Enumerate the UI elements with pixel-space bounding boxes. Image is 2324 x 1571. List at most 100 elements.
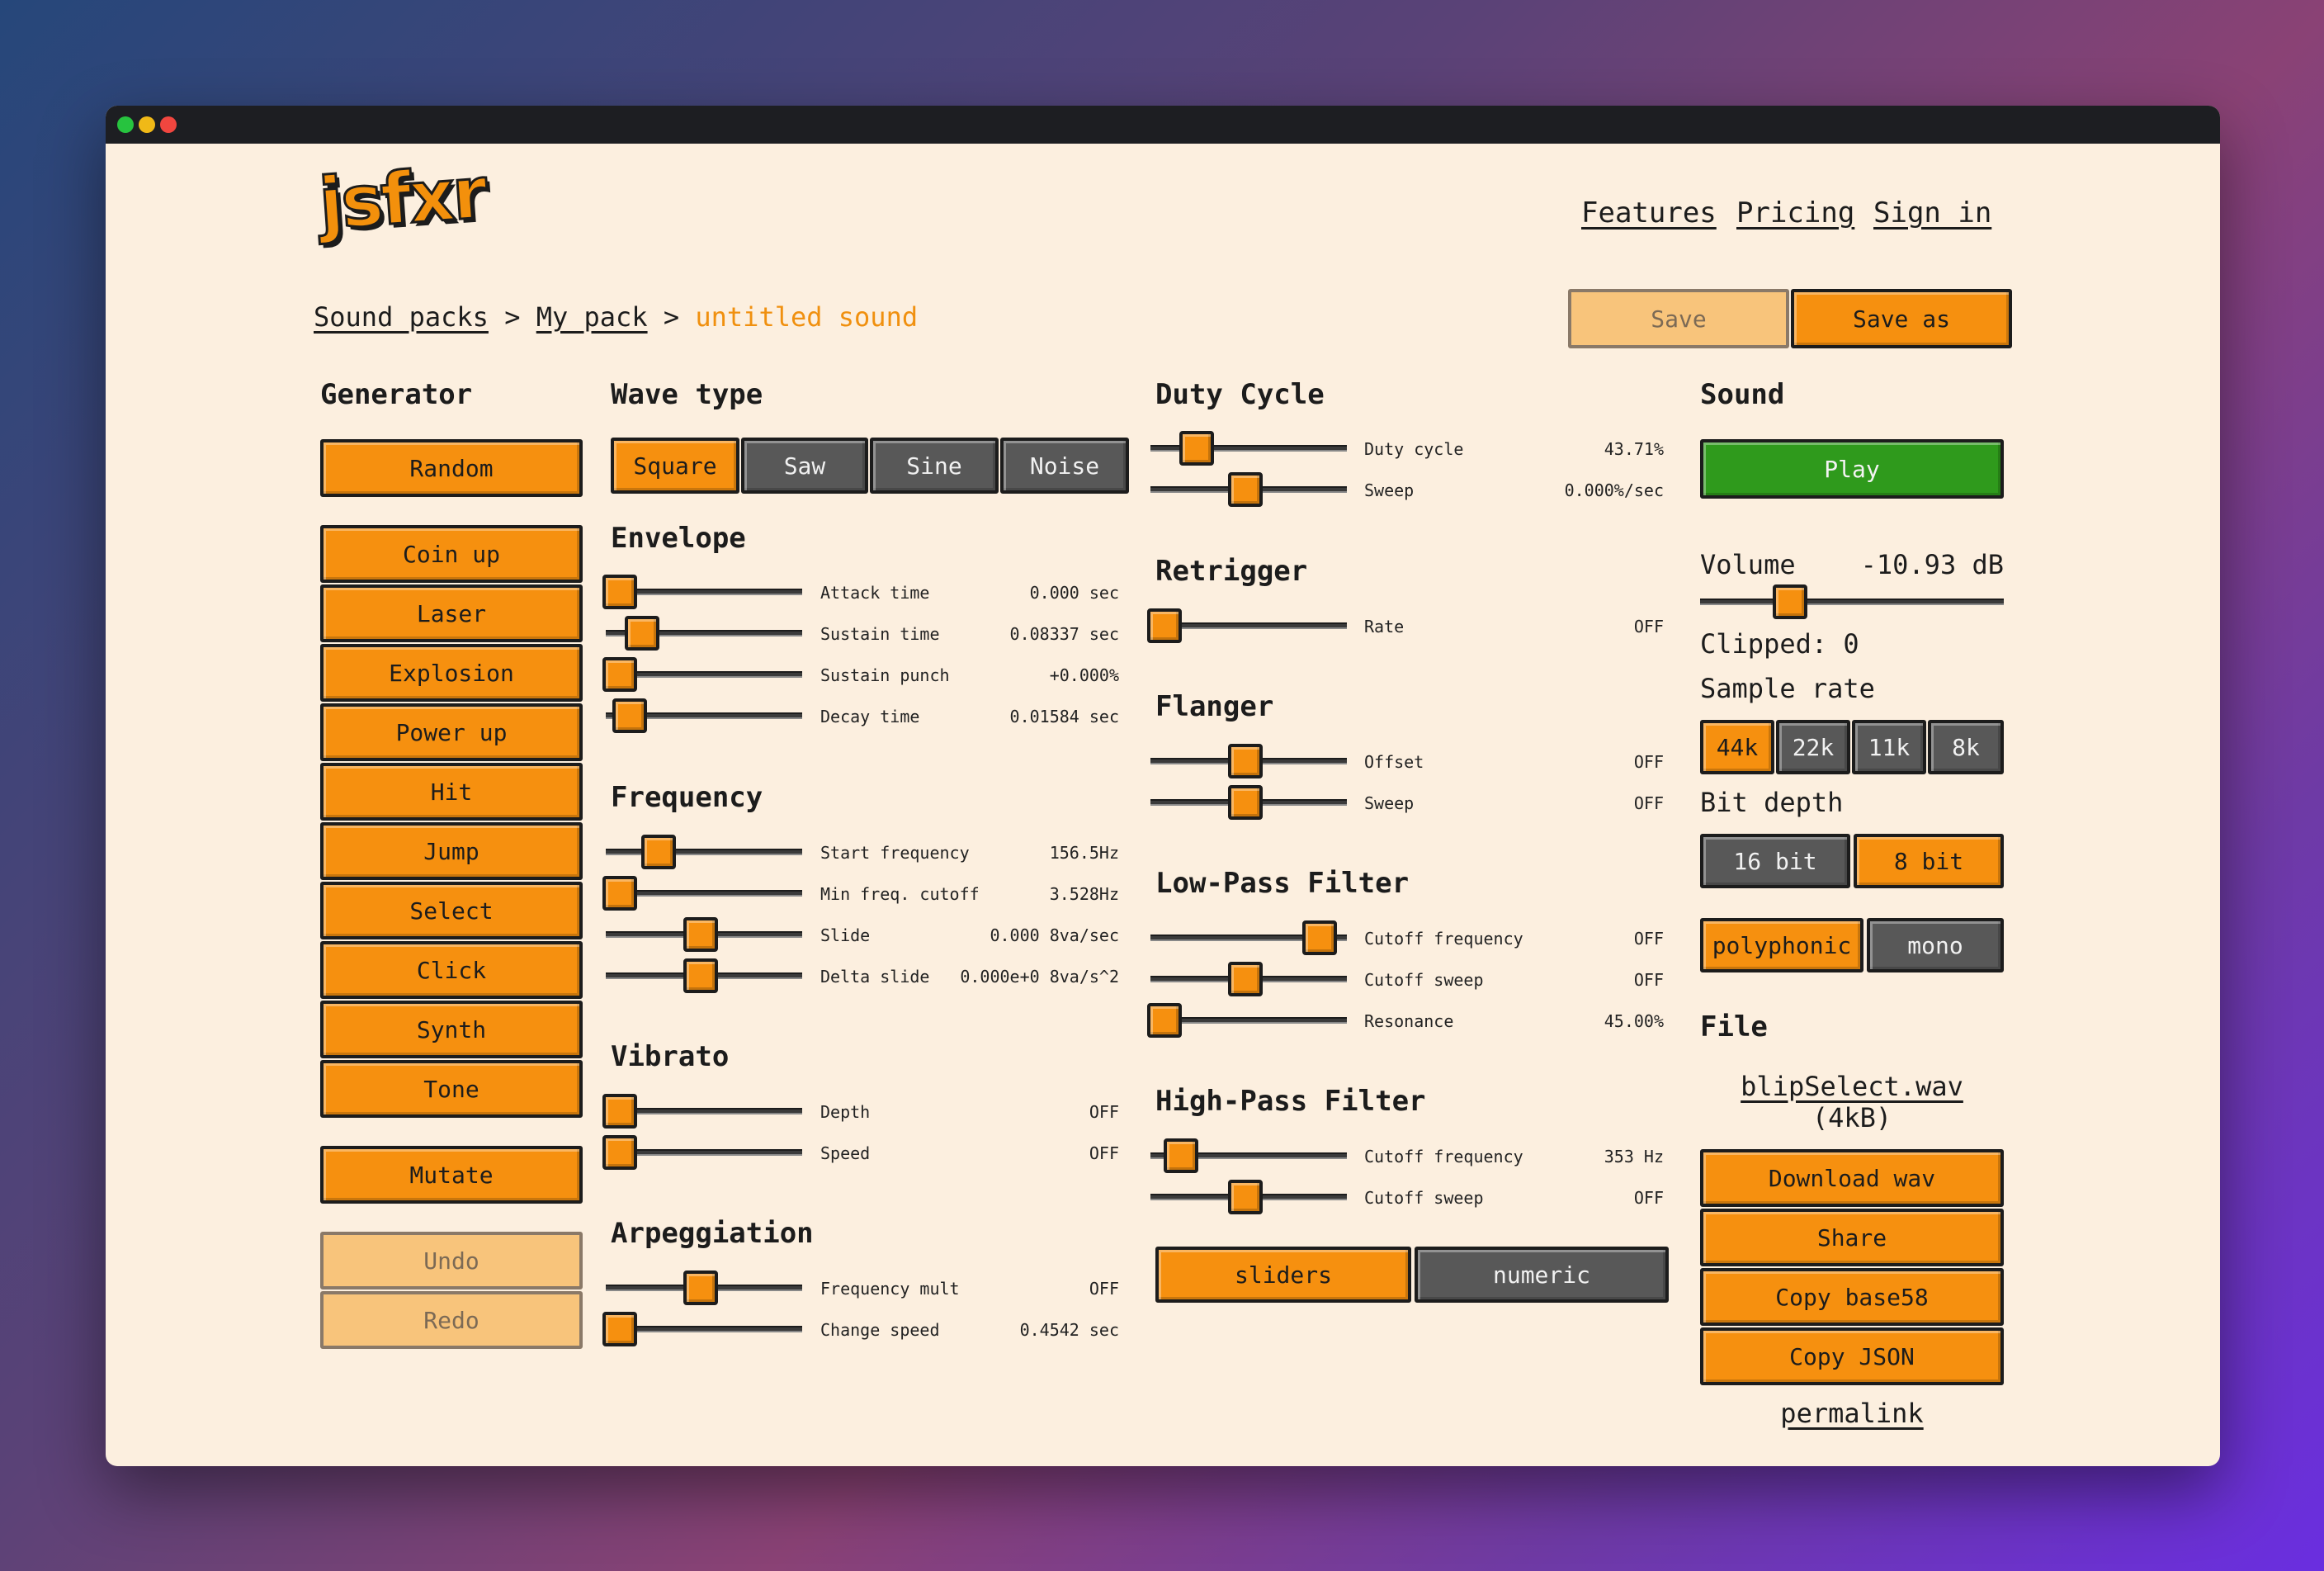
duty-cycle-sweep-label: Sweep [1364, 480, 1415, 500]
frequency-min-freq-cutoff-value: 3.528Hz [1049, 884, 1119, 904]
copy-base58-button[interactable]: Copy base58 [1700, 1268, 2004, 1326]
random-button[interactable]: Random [320, 439, 583, 497]
play-button[interactable]: Play [1700, 439, 2004, 499]
wave-noise-button[interactable]: Noise [1000, 438, 1129, 494]
wave-saw-button[interactable]: Saw [741, 438, 868, 494]
sample-rate-label: Sample rate [1700, 673, 1875, 704]
duty-cycle-sweep-slider-thumb[interactable] [1228, 472, 1263, 507]
frequency-start-frequency-track [606, 849, 802, 855]
preset-power-up-button[interactable]: Power up [320, 703, 583, 761]
bit-depth-8-button[interactable]: 8 bit [1854, 834, 2004, 888]
save-as-button[interactable]: Save as [1791, 289, 2012, 348]
copy-json-button[interactable]: Copy JSON [1700, 1327, 2004, 1385]
flanger-sweep-label: Sweep [1364, 793, 1415, 813]
wave-sine-button[interactable]: Sine [870, 438, 999, 494]
view-numeric-button[interactable]: numeric [1415, 1247, 1669, 1303]
share-button[interactable]: Share [1700, 1209, 2004, 1266]
file-name-link[interactable]: blipSelect.wav [1700, 1070, 2004, 1103]
flanger-heading: Flanger [1155, 690, 1274, 723]
volume-slider-thumb[interactable] [1773, 584, 1808, 619]
preset-synth-button[interactable]: Synth [320, 1001, 583, 1058]
low-pass-cutoff-frequency-slider-thumb[interactable] [1302, 920, 1338, 955]
vibrato-depth-value: OFF [1089, 1102, 1119, 1122]
mutate-button[interactable]: Mutate [320, 1146, 583, 1204]
flanger-offset-slider-thumb[interactable] [1228, 744, 1263, 778]
preset-explosion-button[interactable]: Explosion [320, 644, 583, 702]
preset-tone-button[interactable]: Tone [320, 1060, 583, 1118]
sound-heading: Sound [1700, 378, 1785, 411]
high-pass-cutoff-sweep-slider-thumb[interactable] [1228, 1180, 1263, 1214]
arpeggiation-heading: Arpeggiation [611, 1217, 814, 1250]
retrigger-rate-slider-thumb[interactable] [1147, 608, 1182, 643]
arpeggiation-frequency-mult-slider-thumb[interactable] [683, 1271, 718, 1305]
arpeggiation-change-speed-slider-thumb[interactable] [602, 1312, 637, 1346]
envelope-decay-time-value: 0.01584 sec [1009, 707, 1119, 726]
polyphonic-button[interactable]: polyphonic [1700, 918, 1863, 972]
high-pass-heading: High-Pass Filter [1155, 1085, 1426, 1118]
view-sliders-button[interactable]: sliders [1155, 1247, 1411, 1303]
low-pass-cutoff-sweep-value: OFF [1633, 970, 1664, 990]
mono-button[interactable]: mono [1867, 918, 2004, 972]
permalink-text[interactable]: permalink [1780, 1398, 1923, 1429]
flanger-sweep-slider-thumb[interactable] [1228, 785, 1263, 820]
frequency-min-freq-cutoff-slider-thumb[interactable] [602, 876, 637, 911]
frequency-delta-slide-slider-thumb[interactable] [683, 958, 718, 993]
window-maximize-button[interactable] [117, 116, 134, 133]
preset-select-button[interactable]: Select [320, 882, 583, 939]
permalink[interactable]: permalink [1700, 1397, 2004, 1430]
preset-laser-button[interactable]: Laser [320, 584, 583, 642]
sample-rate-11k-button[interactable]: 11k [1852, 720, 1926, 774]
file-name-text[interactable]: blipSelect.wav [1741, 1071, 1963, 1102]
high-pass-cutoff-frequency-slider-thumb[interactable] [1163, 1138, 1198, 1173]
preset-jump-button[interactable]: Jump [320, 822, 583, 880]
envelope-sustain-punch-value: +0.000% [1049, 665, 1119, 685]
window-close-button[interactable] [160, 116, 177, 133]
envelope-attack-time-slider-thumb[interactable] [602, 575, 637, 609]
flanger-offset-label: Offset [1364, 752, 1424, 772]
retrigger-rate-value: OFF [1633, 617, 1664, 636]
nav-pricing-link[interactable]: Pricing [1736, 196, 1854, 229]
nav-features-link[interactable]: Features [1581, 196, 1717, 229]
redo-button[interactable]: Redo [320, 1291, 583, 1349]
breadcrumb-sound-packs-link[interactable]: Sound packs [314, 301, 489, 333]
bit-depth-16-button[interactable]: 16 bit [1700, 834, 1850, 888]
duty-cycle-duty-cycle-label: Duty cycle [1364, 439, 1464, 459]
frequency-slide-slider-thumb[interactable] [683, 917, 718, 952]
envelope-sustain-punch-label: Sustain punch [820, 665, 950, 685]
breadcrumb-my-pack-link[interactable]: My pack [536, 301, 648, 333]
envelope-sustain-time-slider-thumb[interactable] [625, 616, 660, 651]
wave-type-heading: Wave type [611, 378, 763, 411]
download-wav-button[interactable]: Download wav [1700, 1149, 2004, 1207]
low-pass-cutoff-sweep-slider-thumb[interactable] [1228, 962, 1263, 996]
breadcrumb-current: untitled sound [695, 301, 919, 333]
vibrato-depth-slider-thumb[interactable] [602, 1094, 637, 1129]
low-pass-resonance-slider-thumb[interactable] [1147, 1003, 1182, 1038]
wave-square-button[interactable]: Square [611, 438, 739, 494]
envelope-decay-time-slider-thumb[interactable] [612, 698, 647, 733]
arpeggiation-frequency-mult-value: OFF [1089, 1279, 1119, 1299]
preset-coin-up-button[interactable]: Coin up [320, 525, 583, 583]
duty-cycle-duty-cycle-slider-thumb[interactable] [1179, 431, 1215, 466]
envelope-attack-time-label: Attack time [820, 583, 930, 603]
save-button[interactable]: Save [1568, 289, 1789, 348]
high-pass-cutoff-sweep-label: Cutoff sweep [1364, 1188, 1484, 1208]
sample-rate-22k-button[interactable]: 22k [1776, 720, 1850, 774]
duty-cycle-heading: Duty Cycle [1155, 378, 1325, 411]
volume-value: -10.93 dB [1860, 549, 2004, 580]
frequency-heading: Frequency [611, 781, 763, 814]
preset-hit-button[interactable]: Hit [320, 763, 583, 821]
envelope-decay-time-label: Decay time [820, 707, 920, 726]
vibrato-speed-slider-thumb[interactable] [602, 1135, 637, 1170]
sample-rate-8k-button[interactable]: 8k [1928, 720, 2004, 774]
app-logo[interactable]: jsfxr [315, 151, 489, 248]
undo-button[interactable]: Undo [320, 1232, 583, 1289]
volume-track [1700, 599, 2004, 605]
frequency-start-frequency-slider-thumb[interactable] [641, 835, 677, 869]
preset-click-button[interactable]: Click [320, 941, 583, 999]
envelope-sustain-punch-slider-thumb[interactable] [602, 657, 637, 692]
nav-sign-in-link[interactable]: Sign in [1873, 196, 1991, 229]
breadcrumb-separator: > [504, 301, 521, 333]
low-pass-resonance-value: 45.00% [1604, 1011, 1664, 1031]
window-minimize-button[interactable] [139, 116, 155, 133]
sample-rate-44k-button[interactable]: 44k [1700, 720, 1774, 774]
